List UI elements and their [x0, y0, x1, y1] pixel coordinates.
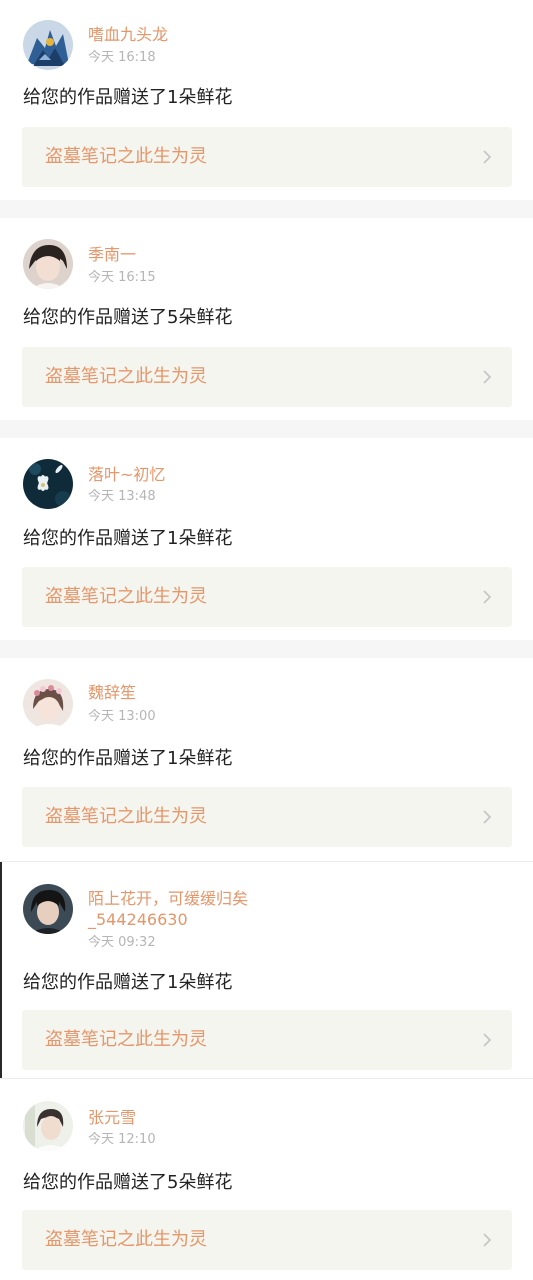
user-avatar[interactable]: [23, 459, 73, 509]
user-avatar[interactable]: [23, 1101, 73, 1151]
notification-card: 嗜血九头龙 今天 16:18 给您的作品赠送了1朵鲜花 盗墓笔记之此生为灵: [0, 0, 533, 200]
timestamp: 今天 12:10: [88, 1132, 156, 1147]
chevron-right-icon: [482, 589, 492, 605]
user-avatar[interactable]: [23, 239, 73, 289]
gift-message: 给您的作品赠送了1朵鲜花: [23, 972, 233, 993]
username-continued[interactable]: _544246630: [88, 910, 188, 930]
gift-message: 给您的作品赠送了1朵鲜花: [23, 87, 233, 108]
notification-card: 张元雪 今天 12:10 给您的作品赠送了5朵鲜花 盗墓笔记之此生为灵: [0, 1079, 533, 1280]
gift-notification-feed: 嗜血九头龙 今天 16:18 给您的作品赠送了1朵鲜花 盗墓笔记之此生为灵 季南…: [0, 0, 533, 1280]
gift-message: 给您的作品赠送了5朵鲜花: [23, 307, 233, 328]
card-separator: [0, 640, 533, 658]
user-avatar[interactable]: [23, 679, 73, 729]
timestamp: 今天 16:18: [88, 50, 156, 65]
work-title: 盗墓笔记之此生为灵: [45, 586, 207, 607]
work-title: 盗墓笔记之此生为灵: [45, 146, 207, 167]
avatar-portrait-dark-hair-icon: [23, 239, 73, 289]
work-link-card[interactable]: 盗墓笔记之此生为灵: [22, 1010, 512, 1070]
chevron-right-icon: [482, 149, 492, 165]
timestamp: 今天 16:15: [88, 270, 156, 285]
avatar-blue-dragon-icon: [23, 20, 73, 70]
avatar-boy-dark-icon: [23, 884, 73, 934]
work-title: 盗墓笔记之此生为灵: [45, 366, 207, 387]
gift-message: 给您的作品赠送了1朵鲜花: [23, 748, 233, 769]
work-title: 盗墓笔记之此生为灵: [45, 806, 207, 827]
username[interactable]: 张元雪: [88, 1108, 136, 1128]
chevron-right-icon: [482, 1232, 492, 1248]
username[interactable]: 陌上花开，可缓缓归矣: [88, 889, 248, 909]
gift-message: 给您的作品赠送了5朵鲜花: [23, 1172, 233, 1193]
card-separator: [0, 420, 533, 438]
user-avatar[interactable]: [23, 20, 73, 70]
username[interactable]: 魏辞笙: [88, 683, 136, 703]
user-avatar[interactable]: [23, 884, 73, 934]
username[interactable]: 嗜血九头龙: [88, 25, 168, 45]
avatar-girl-flower-crown-icon: [23, 679, 73, 729]
work-link-card[interactable]: 盗墓笔记之此生为灵: [22, 347, 512, 407]
timestamp: 今天 09:32: [88, 935, 156, 950]
username[interactable]: 落叶~初忆: [88, 465, 165, 485]
work-link-card[interactable]: 盗墓笔记之此生为灵: [22, 567, 512, 627]
timestamp: 今天 13:48: [88, 489, 156, 504]
notification-card: 魏辞笙 今天 13:00 给您的作品赠送了1朵鲜花 盗墓笔记之此生为灵: [0, 658, 533, 861]
gift-message: 给您的作品赠送了1朵鲜花: [23, 528, 233, 549]
username[interactable]: 季南一: [88, 245, 136, 265]
notification-card: 季南一 今天 16:15 给您的作品赠送了5朵鲜花 盗墓笔记之此生为灵: [0, 218, 533, 420]
work-link-card[interactable]: 盗墓笔记之此生为灵: [22, 787, 512, 847]
timestamp: 今天 13:00: [88, 709, 156, 724]
avatar-boy-light-icon: [23, 1101, 73, 1151]
work-title: 盗墓笔记之此生为灵: [45, 1029, 207, 1050]
notification-card: 陌上花开，可缓缓归矣 _544246630 今天 09:32 给您的作品赠送了1…: [0, 862, 533, 1078]
card-separator: [0, 200, 533, 218]
work-title: 盗墓笔记之此生为灵: [45, 1229, 207, 1250]
notification-card: 落叶~初忆 今天 13:48 给您的作品赠送了1朵鲜花 盗墓笔记之此生为灵: [0, 438, 533, 640]
work-link-card[interactable]: 盗墓笔记之此生为灵: [22, 1210, 512, 1270]
avatar-white-flower-night-icon: [23, 459, 73, 509]
left-edge-shadow: [0, 862, 2, 1078]
work-link-card[interactable]: 盗墓笔记之此生为灵: [22, 127, 512, 187]
chevron-right-icon: [482, 369, 492, 385]
chevron-right-icon: [482, 809, 492, 825]
chevron-right-icon: [482, 1032, 492, 1048]
